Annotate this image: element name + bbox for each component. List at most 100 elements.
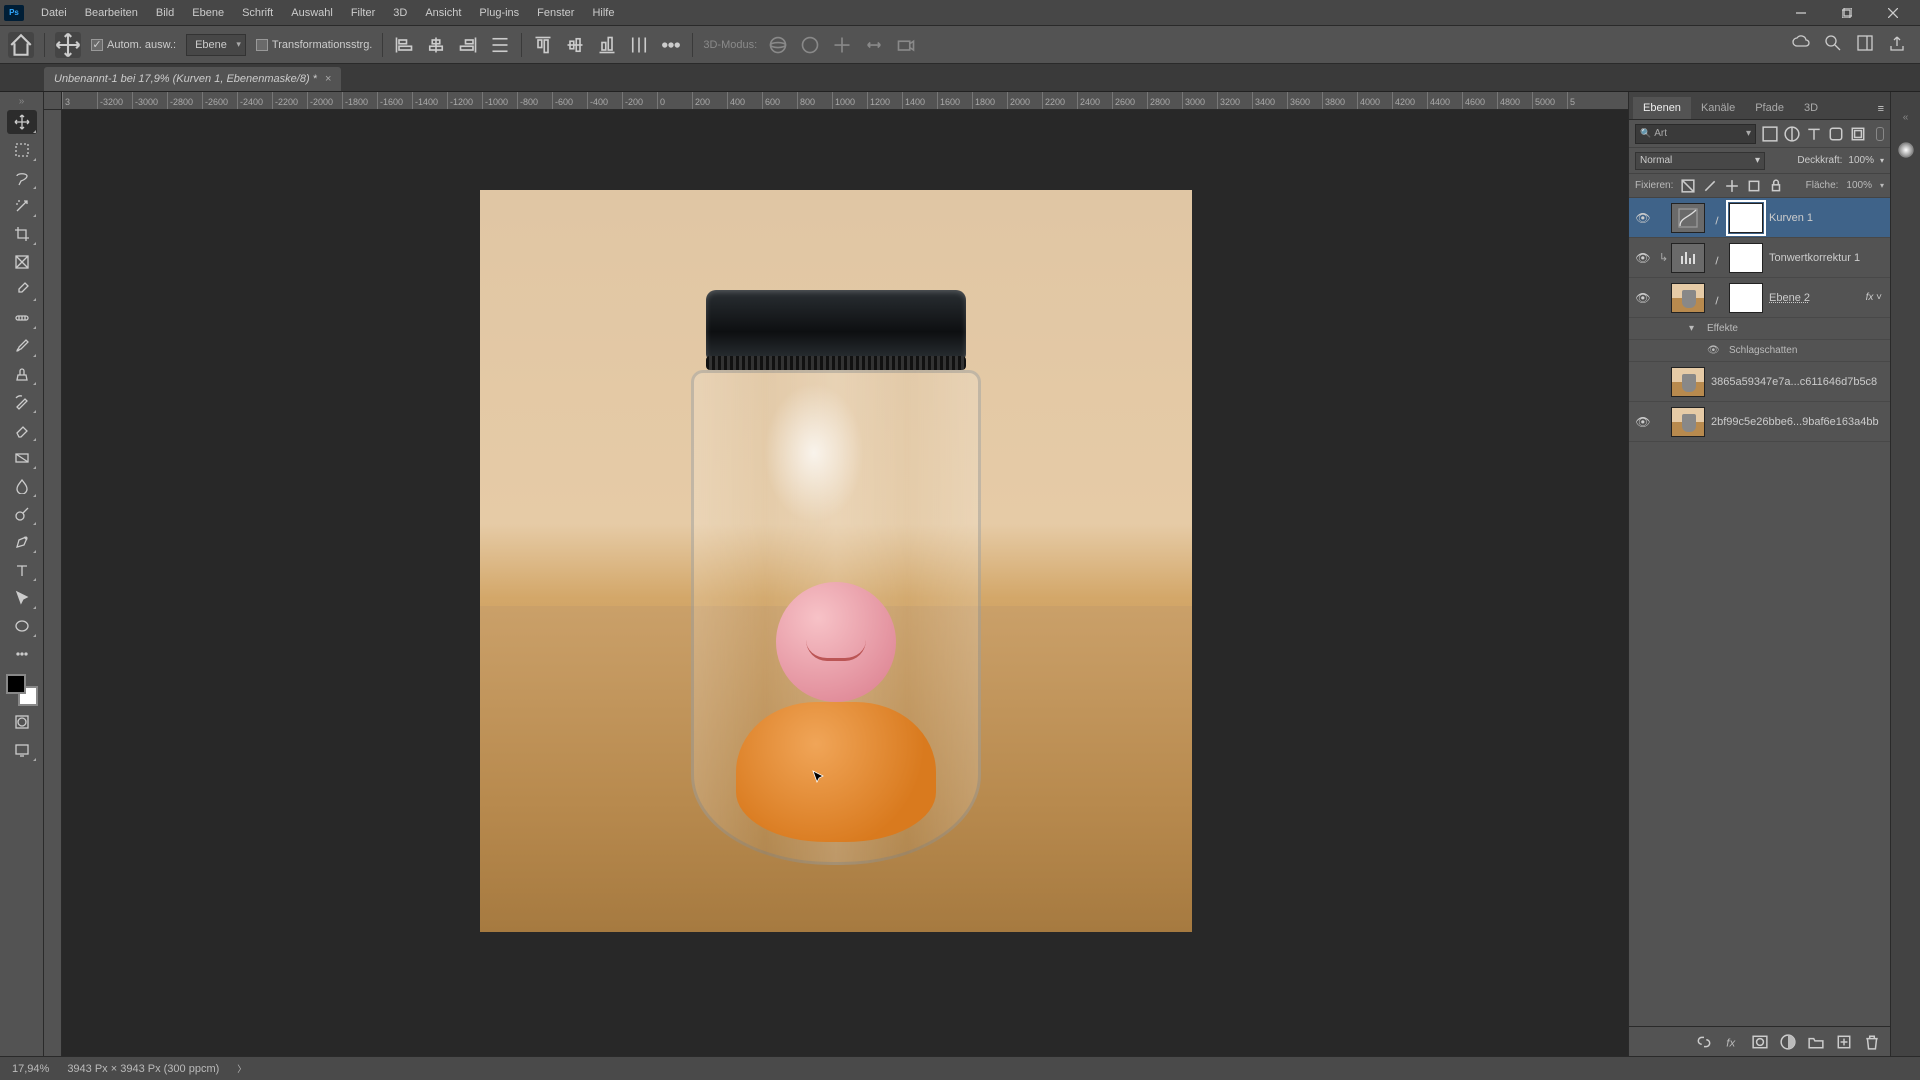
document-tab-close-icon[interactable]: × [325,73,331,85]
distribute-h-button[interactable] [489,34,511,56]
transform-controls-checkbox[interactable]: Transformationsstrg. [256,39,372,51]
brush-tool[interactable] [7,334,37,358]
filter-pixel-icon[interactable] [1762,126,1778,142]
lock-nest-icon[interactable] [1747,179,1761,193]
group-button[interactable] [1808,1034,1824,1050]
window-minimize-button[interactable] [1778,0,1824,25]
window-close-button[interactable] [1870,0,1916,25]
blend-mode-dropdown[interactable]: Normal▾ [1635,152,1765,170]
edit-toolbar-button[interactable] [7,642,37,666]
filter-toggle[interactable] [1876,127,1884,141]
align-hcenter-button[interactable] [425,34,447,56]
layer-thumb[interactable] [1671,283,1705,313]
menu-ansicht[interactable]: Ansicht [416,0,470,25]
fx-badge[interactable]: fx ˅ [1866,292,1882,303]
align-left-button[interactable] [393,34,415,56]
layer-mask-button[interactable] [1752,1034,1768,1050]
filter-shape-icon[interactable] [1828,126,1844,142]
magic-wand-tool[interactable] [7,194,37,218]
layer-row[interactable]: 👁 𐑢 Ebene 2 fx ˅ [1629,278,1890,318]
path-select-tool[interactable] [7,586,37,610]
visibility-toggle[interactable]: 👁 [1633,291,1653,305]
panel-menu-button[interactable]: ≡ [1872,99,1890,119]
document-info-chevron[interactable]: 〉 [237,1062,246,1075]
layer-row[interactable]: 3865a59347e7a...c611646d7b5c8 [1629,362,1890,402]
window-maximize-button[interactable] [1824,0,1870,25]
auto-select-target-dropdown[interactable]: Ebene [186,34,246,56]
menu-filter[interactable]: Filter [342,0,384,25]
layer-row[interactable]: 👁 2bf99c5e26bbe6...9baf6e163a4bb [1629,402,1890,442]
tab-ebenen[interactable]: Ebenen [1633,97,1691,119]
lock-pixels-icon[interactable] [1681,179,1695,193]
layer-fx-row[interactable]: ▾ Effekte [1629,318,1890,340]
document-info[interactable]: 3943 Px × 3943 Px (300 ppcm) [67,1063,219,1075]
layer-thumb[interactable] [1671,367,1705,397]
marquee-tool[interactable] [7,138,37,162]
healing-brush-tool[interactable] [7,306,37,330]
new-layer-button[interactable] [1836,1034,1852,1050]
distribute-v-button[interactable] [628,34,650,56]
layer-name[interactable]: Kurven 1 [1769,212,1813,224]
layer-fx-row[interactable]: 👁 Schlagschatten [1629,340,1890,362]
auto-select-checkbox[interactable]: ✓Autom. ausw.: [91,39,176,51]
adjustment-layer-button[interactable] [1780,1034,1796,1050]
quickmask-button[interactable] [7,710,37,734]
move-tool[interactable] [7,110,37,134]
lasso-tool[interactable] [7,166,37,190]
layer-name[interactable]: 2bf99c5e26bbe6...9baf6e163a4bb [1711,416,1879,428]
lock-position-icon[interactable] [1703,179,1717,193]
menu-bearbeiten[interactable]: Bearbeiten [76,0,147,25]
lock-all-icon[interactable] [1769,179,1783,193]
menu-plugins[interactable]: Plug-ins [470,0,528,25]
workspace-button[interactable] [1856,34,1874,55]
menu-bild[interactable]: Bild [147,0,183,25]
vertical-ruler[interactable] [44,110,62,1056]
fill-value[interactable]: 100% [1846,180,1872,191]
layer-thumb[interactable] [1671,407,1705,437]
align-top-button[interactable] [532,34,554,56]
layer-filter-dropdown[interactable]: Art▾ [1635,124,1756,144]
screenmode-button[interactable] [7,738,37,762]
opacity-value[interactable]: 100% [1848,155,1874,166]
shape-tool[interactable] [7,614,37,638]
layer-style-button[interactable]: fx [1724,1034,1740,1050]
frame-tool[interactable] [7,250,37,274]
zoom-level[interactable]: 17,94% [12,1063,49,1075]
dodge-tool[interactable] [7,502,37,526]
align-bottom-button[interactable] [596,34,618,56]
visibility-toggle[interactable]: 👁 [1633,211,1653,225]
menu-3d[interactable]: 3D [384,0,416,25]
gradient-tool[interactable] [7,446,37,470]
tab-pfade[interactable]: Pfade [1745,97,1794,119]
menu-hilfe[interactable]: Hilfe [583,0,623,25]
mask-thumb[interactable] [1729,243,1763,273]
mask-thumb[interactable] [1729,203,1763,233]
layer-name[interactable]: 3865a59347e7a...c611646d7b5c8 [1711,376,1877,388]
ruler-origin[interactable] [44,92,62,110]
layer-name[interactable]: Tonwertkorrektur 1 [1769,252,1860,264]
adjustment-thumb[interactable] [1671,243,1705,273]
filter-adjust-icon[interactable] [1784,126,1800,142]
layer-name[interactable]: Ebene 2 [1769,292,1810,304]
filter-smart-icon[interactable] [1850,126,1866,142]
eyedropper-tool[interactable] [7,278,37,302]
align-vcenter-button[interactable] [564,34,586,56]
filter-type-icon[interactable] [1806,126,1822,142]
menu-ebene[interactable]: Ebene [183,0,233,25]
share-button[interactable] [1888,34,1906,55]
lock-artboard-icon[interactable] [1725,179,1739,193]
menu-datei[interactable]: Datei [32,0,76,25]
eraser-tool[interactable] [7,418,37,442]
tab-kanaele[interactable]: Kanäle [1691,97,1745,119]
visibility-toggle[interactable]: 👁 [1633,415,1653,429]
link-layers-button[interactable] [1696,1034,1712,1050]
pen-tool[interactable] [7,530,37,554]
foreground-color-swatch[interactable] [6,674,26,694]
document-tab[interactable]: Unbenannt-1 bei 17,9% (Kurven 1, Ebenenm… [44,67,341,91]
type-tool[interactable] [7,558,37,582]
canvas-area[interactable]: 3-3200-3000-2800-2600-2400-2200-2000-180… [44,92,1628,1056]
home-button[interactable] [8,32,34,58]
tab-3d[interactable]: 3D [1794,97,1828,119]
menu-schrift[interactable]: Schrift [233,0,282,25]
mask-thumb[interactable] [1729,283,1763,313]
